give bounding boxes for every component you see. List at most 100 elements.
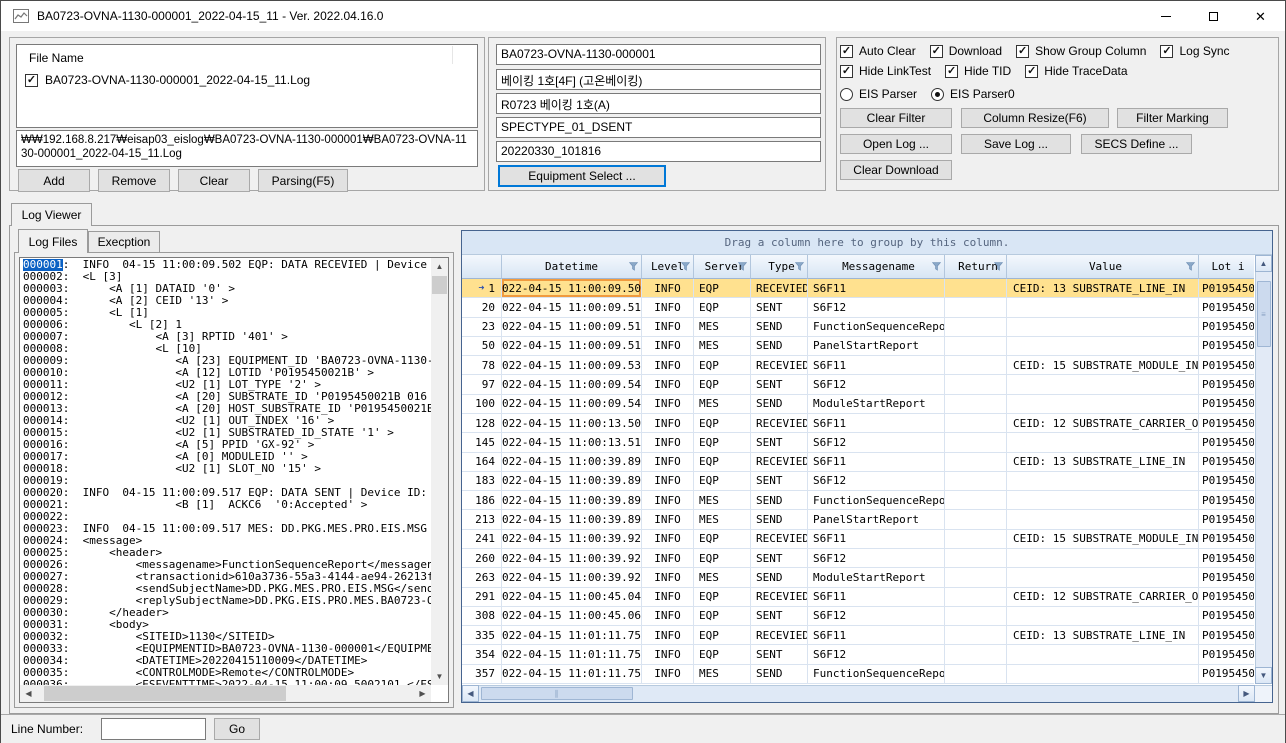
grid-cell[interactable]: 2022-04-15 11:00:45.049 — [502, 588, 642, 607]
grid-cell[interactable]: 2022-04-15 11:00:09.517 — [502, 298, 642, 317]
grid-cell[interactable]: SEND — [751, 510, 808, 529]
grid-cell[interactable]: P0195450 — [1199, 568, 1254, 587]
checkbox-icon[interactable]: ✓ — [840, 65, 853, 78]
table-row[interactable]: 1642022-04-15 11:00:39.892INFOEQPRECEVIE… — [462, 453, 1254, 472]
row-indicator-cell[interactable]: 354 — [462, 645, 502, 664]
grid-cell[interactable]: CEID: 13 SUBSTRATE_LINE_IN — [1007, 453, 1199, 472]
row-indicator-cell[interactable]: 241 — [462, 530, 502, 549]
grid-cell[interactable]: 2022-04-15 11:00:13.502 — [502, 414, 642, 433]
table-row[interactable]: 1832022-04-15 11:00:39.892INFOEQPSENTS6F… — [462, 472, 1254, 491]
grid-cell[interactable] — [1007, 395, 1199, 414]
grid-cell[interactable]: RECEVIED — [751, 626, 808, 645]
grid-cell[interactable]: S6F12 — [808, 375, 945, 394]
grid-cell[interactable] — [945, 607, 1007, 626]
file-path-box[interactable]: ₩₩192.168.8.217₩eisap03_eislog₩BA0723-OV… — [16, 130, 478, 167]
grid-cell[interactable]: MES — [694, 318, 751, 337]
grid-cell[interactable] — [945, 375, 1007, 394]
checkbox-icon[interactable]: ✓ — [1016, 45, 1029, 58]
grid-cell[interactable]: MES — [694, 665, 751, 684]
grid-cell[interactable] — [1007, 433, 1199, 452]
table-row[interactable]: 502022-04-15 11:00:09.517INFOMESSENDPane… — [462, 337, 1254, 356]
equipment-name-field[interactable]: 베이킹 1호[4F] (고온베이킹) — [496, 69, 821, 90]
grid-cell[interactable] — [945, 414, 1007, 433]
grid-cell[interactable] — [945, 433, 1007, 452]
grid-horizontal-scrollbar[interactable]: ◀ ∥ ▶ — [462, 685, 1255, 702]
grid-cell[interactable] — [1007, 665, 1199, 684]
grid-cell[interactable]: EQP — [694, 375, 751, 394]
grid-cell[interactable] — [945, 645, 1007, 664]
grid-cell[interactable]: INFO — [642, 626, 694, 645]
radio-item[interactable]: EIS Parser — [840, 87, 917, 101]
log-hscroll-thumb[interactable] — [44, 686, 286, 701]
grid-cell[interactable]: P0195450 — [1199, 491, 1254, 510]
grid-cell[interactable] — [945, 279, 1007, 298]
grid-cell[interactable]: EQP — [694, 356, 751, 375]
row-indicator-cell[interactable]: 291 — [462, 588, 502, 607]
grid-cell[interactable]: S6F12 — [808, 433, 945, 452]
grid-cell[interactable]: 2022-04-15 11:00:39.924 — [502, 530, 642, 549]
grid-cell[interactable]: S6F12 — [808, 607, 945, 626]
tab-log-files[interactable]: Log Files — [18, 229, 88, 253]
grid-cell[interactable] — [945, 337, 1007, 356]
tab-log-viewer[interactable]: Log Viewer — [11, 203, 92, 226]
table-row[interactable]: 1002022-04-15 11:00:09.548INFOMESSENDMod… — [462, 395, 1254, 414]
grid-cell[interactable]: RECEVIED — [751, 453, 808, 472]
grid-cell[interactable] — [945, 626, 1007, 645]
group-by-bar[interactable]: Drag a column here to group by this colu… — [462, 231, 1272, 255]
grid-cell[interactable]: MES — [694, 337, 751, 356]
checkbox-item[interactable]: ✓Hide TraceData — [1025, 64, 1127, 78]
grid-cell[interactable]: INFO — [642, 337, 694, 356]
row-indicator-cell[interactable]: 186 — [462, 491, 502, 510]
file-list[interactable]: File Name ✓ BA0723-OVNA-1130-000001_2022… — [16, 44, 478, 128]
grid-cell[interactable]: CEID: 15 SUBSTRATE_MODULE_IN — [1007, 356, 1199, 375]
clear-button[interactable]: Clear — [178, 169, 250, 192]
grid-cell[interactable]: RECEVIED — [751, 530, 808, 549]
grid-cell[interactable]: INFO — [642, 491, 694, 510]
column-header-lot-i[interactable]: Lot i — [1199, 255, 1254, 279]
grid-cell[interactable]: INFO — [642, 375, 694, 394]
grid-cell[interactable] — [945, 588, 1007, 607]
filter-funnel-icon[interactable] — [629, 262, 638, 271]
grid-cell[interactable]: CEID: 15 SUBSTRATE_MODULE_IN — [1007, 530, 1199, 549]
open-log-button[interactable]: Open Log ... — [840, 134, 952, 154]
grid-cell[interactable]: EQP — [694, 298, 751, 317]
grid-cell[interactable]: RECEVIED — [751, 414, 808, 433]
table-row[interactable]: 232022-04-15 11:00:09.517INFOMESSENDFunc… — [462, 318, 1254, 337]
scroll-down-icon[interactable]: ▼ — [431, 668, 448, 685]
file-checkbox[interactable]: ✓ — [25, 74, 38, 87]
grid-cell[interactable]: 2022-04-15 11:00:45.064 — [502, 607, 642, 626]
grid-cell[interactable]: P0195450 — [1199, 645, 1254, 664]
table-row[interactable]: 3542022-04-15 11:01:11.756INFOEQPSENTS6F… — [462, 645, 1254, 664]
clear-filter-button[interactable]: Clear Filter — [840, 108, 952, 128]
grid-cell[interactable]: INFO — [642, 298, 694, 317]
grid-cell[interactable]: P0195450 — [1199, 395, 1254, 414]
grid-cell[interactable]: EQP — [694, 279, 751, 298]
remove-button[interactable]: Remove — [98, 169, 170, 192]
grid-cell[interactable]: 2022-04-15 11:00:09.533 — [502, 356, 642, 375]
grid-cell[interactable]: INFO — [642, 645, 694, 664]
grid-cell[interactable]: INFO — [642, 530, 694, 549]
table-row[interactable]: 1452022-04-15 11:00:13.517INFOEQPSENTS6F… — [462, 433, 1254, 452]
checkbox-icon[interactable]: ✓ — [945, 65, 958, 78]
grid-cell[interactable]: INFO — [642, 665, 694, 684]
grid-cell[interactable]: P0195450 — [1199, 549, 1254, 568]
grid-cell[interactable]: MES — [694, 395, 751, 414]
table-row[interactable]: 2632022-04-15 11:00:39.924INFOMESSENDMod… — [462, 568, 1254, 587]
grid-hscroll-thumb[interactable]: ∥ — [481, 687, 633, 700]
grid-cell[interactable]: INFO — [642, 568, 694, 587]
grid-cell[interactable] — [1007, 337, 1199, 356]
log-vertical-scrollbar[interactable]: ▲ ▼ — [431, 258, 448, 685]
grid-cell[interactable] — [945, 510, 1007, 529]
grid-cell[interactable]: P0195450 — [1199, 453, 1254, 472]
grid-cell[interactable]: S6F11 — [808, 414, 945, 433]
grid-cell[interactable] — [945, 453, 1007, 472]
grid-cell[interactable]: S6F11 — [808, 453, 945, 472]
grid-cell[interactable]: S6F11 — [808, 279, 945, 298]
grid-cell[interactable] — [1007, 607, 1199, 626]
grid-cell[interactable]: CEID: 12 SUBSTRATE_CARRIER_OUT — [1007, 414, 1199, 433]
checkbox-icon[interactable]: ✓ — [1160, 45, 1173, 58]
grid-cell[interactable]: 2022-04-15 11:01:11.756 — [502, 665, 642, 684]
grid-cell[interactable]: 2022-04-15 11:01:11.756 — [502, 626, 642, 645]
grid-cell[interactable]: INFO — [642, 356, 694, 375]
radio-icon[interactable] — [840, 88, 853, 101]
